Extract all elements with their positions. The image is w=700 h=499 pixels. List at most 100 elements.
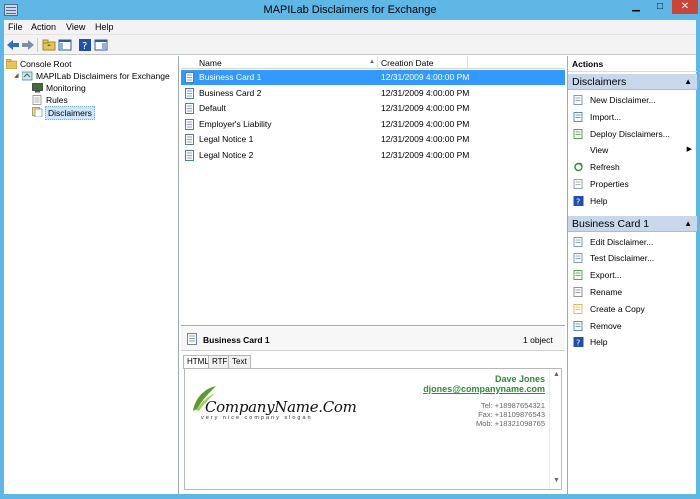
- collapse-caret-icon[interactable]: ▲: [684, 219, 692, 228]
- action-item[interactable]: Refresh: [568, 159, 697, 175]
- action-item[interactable]: Test Disclaimer...: [568, 250, 697, 266]
- list-item-name: Legal Notice 1: [199, 134, 254, 144]
- action-item[interactable]: Remove: [568, 318, 697, 334]
- action-item[interactable]: Properties: [568, 176, 697, 192]
- action-item-label: Help: [590, 195, 608, 206]
- menu-file[interactable]: File: [8, 22, 23, 32]
- list-item[interactable]: Legal Notice 1 12/31/2009 4:00:00 PM: [181, 132, 565, 147]
- list-item-name: Default: [199, 103, 226, 113]
- details-title: Business Card 1: [203, 335, 270, 345]
- back-arrow-icon[interactable]: [6, 38, 20, 52]
- list-header: Name ▲ Creation Date: [181, 56, 565, 69]
- svg-text:?: ?: [576, 197, 580, 206]
- logo-slogan: very nice company slogan: [201, 415, 313, 421]
- collapse-triangle-icon[interactable]: ◢: [14, 70, 19, 82]
- export-icon: [573, 270, 583, 281]
- actions-group-header[interactable]: Business Card 1 ▲: [568, 215, 697, 232]
- details-header: Business Card 1 1 object: [181, 327, 565, 351]
- action-item[interactable]: Edit Disclaimer...: [568, 234, 697, 250]
- list-item-date: 12/31/2009 4:00:00 PM: [381, 103, 470, 113]
- scroll-down-arrow-icon[interactable]: ▼: [553, 477, 560, 484]
- svg-text:?: ?: [82, 41, 87, 52]
- action-item[interactable]: Create a Copy: [568, 301, 697, 317]
- action-item-label: Help: [590, 337, 608, 348]
- console-tree: Console Root ◢ MAPILab Disclaimers for E…: [4, 56, 179, 494]
- scroll-up-arrow-icon[interactable]: ▲: [553, 371, 560, 378]
- import-icon: [573, 111, 583, 122]
- menu-help[interactable]: Help: [95, 22, 114, 32]
- list-item-date: 12/31/2009 4:00:00 PM: [381, 72, 470, 82]
- actions-group-header[interactable]: Disclaimers ▲: [568, 74, 697, 90]
- column-date-header[interactable]: Creation Date: [381, 58, 433, 68]
- column-divider[interactable]: [377, 56, 378, 68]
- document-icon: [185, 87, 194, 99]
- list-item-name: Business Card 2: [199, 87, 262, 98]
- action-item[interactable]: Export...: [568, 267, 697, 283]
- tree-monitoring-label: Monitoring: [46, 83, 86, 93]
- column-name-header[interactable]: Name: [199, 58, 222, 68]
- list-item[interactable]: Legal Notice 2 12/31/2009 4:00:00 PM: [181, 148, 565, 163]
- maximize-button[interactable]: □: [648, 0, 672, 14]
- action-item[interactable]: ? Help: [568, 193, 697, 209]
- remove-icon: [573, 320, 583, 331]
- svg-text:?: ?: [576, 339, 580, 348]
- minimize-button[interactable]: ▁: [624, 0, 648, 14]
- signature-phone-tel: Tel: +18987654321: [480, 401, 545, 410]
- action-item-label: Export...: [590, 270, 622, 281]
- window-title: MAPILab Disclaimers for Exchange: [263, 4, 437, 16]
- edit-icon: [573, 236, 583, 247]
- action-item[interactable]: View ▶: [568, 142, 697, 158]
- app-node-icon: [22, 71, 33, 81]
- title-bar[interactable]: MAPILab Disclaimers for Exchange ▁ □ ✕: [0, 0, 700, 20]
- help-icon[interactable]: ?: [78, 38, 92, 52]
- app-window: MAPILab Disclaimers for Exchange ▁ □ ✕ F…: [0, 0, 700, 499]
- show-hide-actions-icon[interactable]: [94, 38, 108, 52]
- test-icon: [573, 253, 583, 264]
- list-item[interactable]: Business Card 1 12/31/2009 4:00:00 PM: [181, 70, 565, 85]
- list-item-date: 12/31/2009 4:00:00 PM: [381, 134, 470, 144]
- document-icon: [185, 149, 194, 161]
- properties-icon: [573, 179, 583, 189]
- action-item-label: Create a Copy: [590, 303, 645, 314]
- logo-text: CompanyName.Com: [205, 398, 357, 416]
- signature-email-link[interactable]: djones@companyname.com: [325, 384, 545, 394]
- rename-icon: [573, 287, 583, 297]
- list-item-date: 12/31/2009 4:00:00 PM: [381, 149, 470, 160]
- action-item[interactable]: Deploy Disclaimers...: [568, 126, 697, 142]
- forward-arrow-icon[interactable]: [21, 38, 35, 52]
- signature-phone-mob: Mob: +18321098765: [475, 419, 545, 428]
- menu-action[interactable]: Action: [31, 22, 56, 32]
- menu-view[interactable]: View: [66, 22, 85, 32]
- help-icon: ?: [573, 337, 584, 348]
- close-button[interactable]: ✕: [672, 0, 698, 14]
- list-item-name: Employer's Liability: [199, 118, 272, 129]
- menu-bar: File Action View Help: [4, 20, 696, 35]
- details-pane: Business Card 1 1 object HTML RTF Text C…: [181, 327, 565, 494]
- up-folder-icon[interactable]: [42, 38, 56, 52]
- tree-console-root-label: Console Root: [20, 59, 72, 69]
- list-item[interactable]: Business Card 2 12/31/2009 4:00:00 PM: [181, 86, 565, 101]
- column-divider[interactable]: [467, 56, 468, 68]
- list-item[interactable]: Employer's Liability 12/31/2009 4:00:00 P…: [181, 117, 565, 132]
- action-item-label: Refresh: [590, 162, 620, 173]
- copy-icon: [573, 303, 583, 314]
- action-item[interactable]: New Disclaimer...: [568, 92, 697, 108]
- action-item[interactable]: ? Help: [568, 334, 697, 350]
- folder-icon: [6, 59, 17, 69]
- preview-scrollbar[interactable]: ▲ ▼: [549, 369, 561, 489]
- action-item[interactable]: Import...: [568, 109, 697, 125]
- actions-title: Actions: [572, 59, 604, 69]
- show-hide-tree-icon[interactable]: [58, 38, 72, 52]
- rules-icon: [32, 95, 42, 105]
- document-icon: [185, 134, 194, 145]
- tree-disclaimers-label: Disclaimers: [45, 106, 95, 120]
- list-item[interactable]: Default 12/31/2009 4:00:00 PM: [181, 101, 565, 116]
- action-item-label: View: [590, 145, 609, 156]
- action-item[interactable]: Rename: [568, 284, 697, 300]
- collapse-caret-icon[interactable]: ▲: [684, 77, 692, 86]
- tab-text[interactable]: Text: [228, 355, 251, 368]
- new-disclaimer-icon: [573, 95, 583, 105]
- disclaimer-list: Name ▲ Creation Date Business Card 1 12/3…: [181, 56, 565, 326]
- actions-pane: Actions Disclaimers ▲ New Disclaimer... Imp…: [567, 56, 697, 494]
- action-item-label: Import...: [590, 111, 622, 122]
